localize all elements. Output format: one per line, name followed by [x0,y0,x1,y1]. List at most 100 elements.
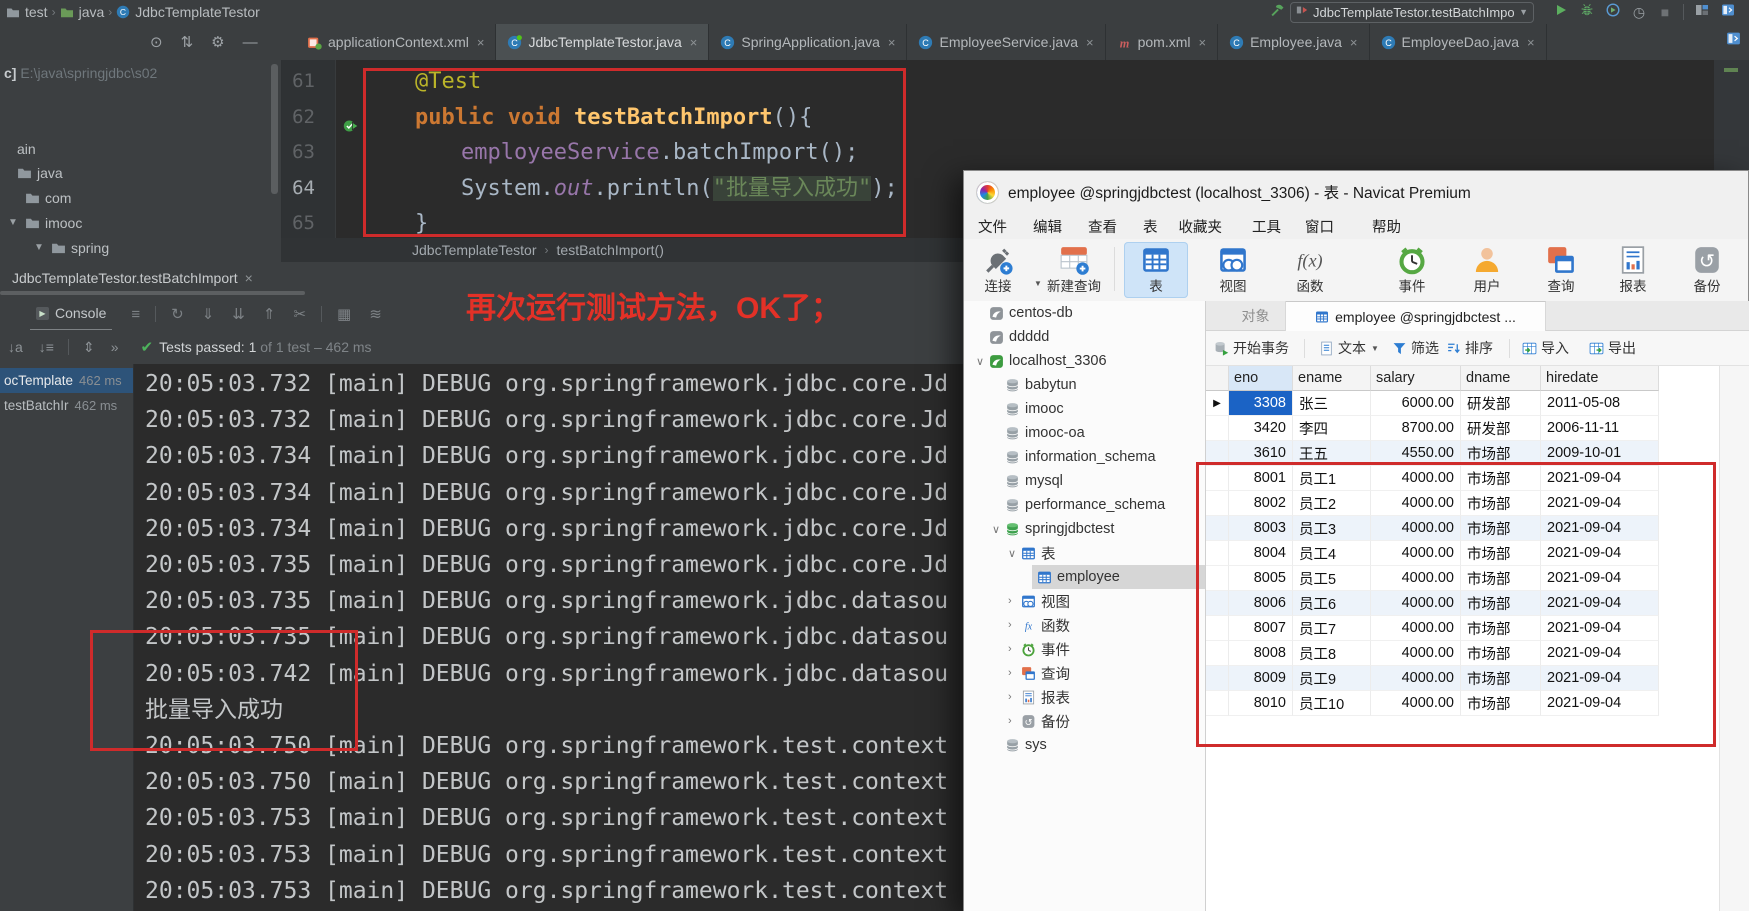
breadcrumb-item-JdbcTemplateTestor[interactable]: C JdbcTemplateTestor [116,4,260,20]
tab-EmployeeDao.java[interactable]: C EmployeeDao.java × [1370,24,1547,60]
cell-dname[interactable]: 研发部 [1461,391,1541,416]
tab-JdbcTemplateTestor.java[interactable]: C JdbcTemplateTestor.java × [496,24,710,60]
cell-eno[interactable]: 8001 [1229,466,1293,491]
tree-arrow-icon[interactable]: › [1008,691,1012,703]
close-icon[interactable]: × [1350,35,1358,50]
sort-order-icon[interactable]: ↓≡ [39,339,54,355]
cell-salary[interactable]: 4000.00 [1371,641,1461,666]
navicat-tool-视图[interactable]: 视图 [1201,242,1265,298]
tree-arrow-icon[interactable]: › [1008,595,1012,607]
navicat-tool-用户[interactable]: 用户 [1455,242,1519,298]
cell-eno[interactable]: 3610 [1229,441,1293,466]
cell-dname[interactable]: 市场部 [1461,616,1541,641]
close-icon[interactable]: × [1527,35,1535,50]
project-item-com[interactable]: com [0,185,281,210]
menu-收藏夹[interactable]: 收藏夹 [1179,216,1223,237]
test-tree-item[interactable]: testBatchIr 462 ms [0,393,133,418]
horizontal-scrollbar[interactable] [0,291,305,295]
navicat-tool-函数[interactable]: f(x) 函数 [1278,242,1342,298]
tree-item-imooc[interactable]: imooc [964,397,1205,421]
table-row[interactable]: 8002 员工2 4000.00 市场部 2021-09-04 [1206,491,1719,516]
cell-hiredate[interactable]: 2021-09-04 [1541,541,1659,566]
menu-帮助[interactable]: 帮助 [1372,216,1401,237]
rerun-icon[interactable]: ↻ [171,305,184,323]
cell-dname[interactable]: 市场部 [1461,441,1541,466]
tree-item-报表[interactable]: › 报表 [964,685,1205,709]
build-hammer-icon[interactable] [1264,0,1290,24]
cell-salary[interactable]: 4000.00 [1371,491,1461,516]
navicat-tool-表[interactable]: 表 [1124,242,1188,298]
tree-arrow-icon[interactable]: › [1008,667,1012,679]
breadcrumb-item-test[interactable]: test [6,4,48,20]
table-row[interactable]: 8005 员工5 4000.00 市场部 2021-09-04 [1206,566,1719,591]
coverage-button[interactable] [1600,0,1626,24]
project-item-imooc[interactable]: ▼ imooc [0,210,281,235]
run-button[interactable] [1548,0,1574,24]
project-item-java[interactable]: java [0,160,281,185]
project-root-label[interactable]: c] E:\java\springjdbc\s02 [4,65,157,81]
cell-salary[interactable]: 4000.00 [1371,566,1461,591]
column-header-ename[interactable]: ename [1293,366,1371,391]
grid-tool-导入[interactable]: 导入 [1522,331,1569,365]
tree-arrow-icon[interactable]: › [1008,715,1012,727]
tree-arrow-icon[interactable]: › [1008,619,1012,631]
cell-salary[interactable]: 4000.00 [1371,691,1461,716]
cell-salary[interactable]: 6000.00 [1371,391,1461,416]
table-row[interactable]: 8010 员工10 4000.00 市场部 2021-09-04 [1206,691,1719,716]
table-row[interactable]: 8001 员工1 4000.00 市场部 2021-09-04 [1206,466,1719,491]
menu-查看[interactable]: 查看 [1088,216,1117,237]
tab-applicationContext.xml[interactable]: applicationContext.xml × [296,24,497,60]
grid-tool-排序[interactable]: 排序 [1446,331,1493,365]
close-icon[interactable]: × [1199,35,1207,50]
profiler-button[interactable]: ◷ [1626,0,1652,24]
tree-item-centos-db[interactable]: centos-db [964,301,1205,325]
cell-hiredate[interactable]: 2021-09-04 [1541,616,1659,641]
scroll-down-icon[interactable]: ⇓ [202,305,215,323]
cell-salary[interactable]: 4000.00 [1371,541,1461,566]
table-row[interactable]: 8004 员工4 4000.00 市场部 2021-09-04 [1206,541,1719,566]
tab-SpringApplication.java[interactable]: C SpringApplication.java × [709,24,908,60]
cell-hiredate[interactable]: 2011-05-08 [1541,391,1659,416]
breadcrumb-method[interactable]: testBatchImport() [557,242,664,258]
object-tab-employee[interactable]: employee @springjdbctest ... [1286,301,1546,331]
tree-item-事件[interactable]: › 事件 [964,637,1205,661]
cell-salary[interactable]: 4550.00 [1371,441,1461,466]
menu-工具[interactable]: 工具 [1252,216,1281,237]
tree-item-performance_schema[interactable]: performance_schema [964,493,1205,517]
cell-hiredate[interactable]: 2021-09-04 [1541,516,1659,541]
cell-eno[interactable]: 8009 [1229,666,1293,691]
tree-item-information_schema[interactable]: information_schema [964,445,1205,469]
project-scrollbar[interactable] [271,64,278,194]
menu-编辑[interactable]: 编辑 [1033,216,1062,237]
cell-dname[interactable]: 市场部 [1461,641,1541,666]
cell-salary[interactable]: 4000.00 [1371,616,1461,641]
cell-eno[interactable]: 8008 [1229,641,1293,666]
cell-hiredate[interactable]: 2009-10-01 [1541,441,1659,466]
cell-eno[interactable]: 3420 [1229,416,1293,441]
tree-item-函数[interactable]: › fx 函数 [964,613,1205,637]
menu-表[interactable]: 表 [1143,216,1158,237]
cell-eno[interactable]: 8010 [1229,691,1293,716]
tree-item-视图[interactable]: › 视图 [964,589,1205,613]
cell-dname[interactable]: 市场部 [1461,491,1541,516]
cell-eno[interactable]: 8002 [1229,491,1293,516]
debug-button[interactable] [1574,0,1600,24]
cell-eno[interactable]: 8007 [1229,616,1293,641]
tree-item-imooc-oa[interactable]: imooc-oa [964,421,1205,445]
cell-ename[interactable]: 员工7 [1293,616,1371,641]
cell-salary[interactable]: 4000.00 [1371,666,1461,691]
sort-alpha-icon[interactable]: ↓a [8,339,23,355]
cell-ename[interactable]: 员工1 [1293,466,1371,491]
column-header-dname[interactable]: dname [1461,366,1541,391]
tab-console[interactable]: ▶ Console [30,297,113,331]
tree-item-sys[interactable]: sys [964,733,1205,757]
cell-ename[interactable]: 员工3 [1293,516,1371,541]
cell-salary[interactable]: 8700.00 [1371,416,1461,441]
cell-dname[interactable]: 市场部 [1461,541,1541,566]
table-row[interactable]: 3420 李四 8700.00 研发部 2006-11-11 [1206,416,1719,441]
breadcrumb-class[interactable]: JdbcTemplateTestor [412,242,537,258]
table-row[interactable]: 3610 王五 4550.00 市场部 2009-10-01 [1206,441,1719,466]
cell-eno[interactable]: 8006 [1229,591,1293,616]
chevron-down-icon[interactable]: ▼ [1371,344,1379,353]
tree-item-查询[interactable]: › 查询 [964,661,1205,685]
